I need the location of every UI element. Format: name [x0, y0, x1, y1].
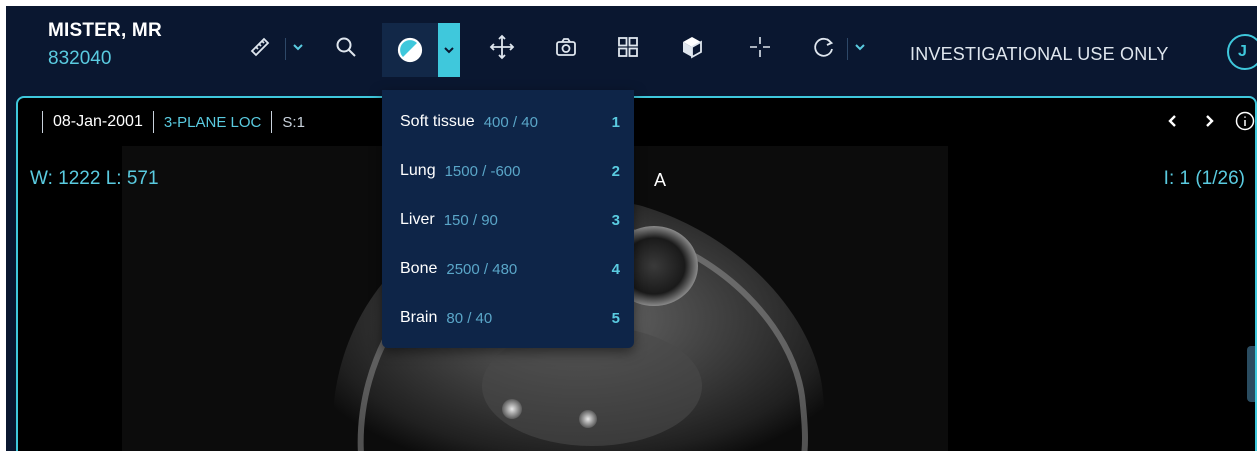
- crosshair-icon[interactable]: [744, 31, 776, 63]
- info-icon[interactable]: [1234, 110, 1255, 132]
- window-level-dropdown-toggle[interactable]: [438, 23, 460, 77]
- toolbar-divider: [285, 38, 286, 60]
- chevron-left-icon[interactable]: [1162, 110, 1184, 132]
- divider: [271, 111, 273, 133]
- preset-value: 400 / 40: [483, 113, 538, 131]
- preset-shortcut: 4: [611, 260, 620, 278]
- chevron-down-icon[interactable]: [852, 39, 868, 55]
- patient-id: 832040: [48, 48, 112, 69]
- preset-name: Soft tissue: [400, 113, 475, 130]
- preset-lung[interactable]: Lung 1500 / -600 2: [382, 151, 634, 191]
- move-icon[interactable]: [486, 31, 518, 63]
- patient-info: MISTER, MR 832040: [48, 20, 162, 70]
- window-level-tool[interactable]: [382, 23, 464, 77]
- side-panel-handle[interactable]: [1247, 346, 1255, 402]
- divider: [152, 111, 154, 133]
- chevron-down-icon: [444, 47, 454, 54]
- preset-bone[interactable]: Bone 2500 / 480 4: [382, 249, 634, 289]
- search-icon[interactable]: [330, 31, 362, 63]
- chevron-right-icon[interactable]: [1198, 110, 1220, 132]
- preset-value: 2500 / 480: [446, 260, 518, 278]
- preset-shortcut: 5: [611, 309, 620, 327]
- preset-shortcut: 3: [611, 211, 620, 229]
- viewer-app: MISTER, MR 832040 INVESTIGATIONAL USE ON…: [6, 6, 1257, 451]
- series-number: S:1: [282, 113, 305, 131]
- header-bar: MISTER, MR 832040 INVESTIGATIONAL USE ON…: [6, 6, 1257, 90]
- orientation-marker: A: [654, 170, 667, 190]
- cube-icon[interactable]: [676, 31, 708, 63]
- series-info-bar: 08-Jan-2001 3-PLANE LOC S:1: [42, 110, 305, 134]
- rotate-icon[interactable]: [808, 31, 840, 63]
- grid-layout-icon[interactable]: [612, 31, 644, 63]
- preset-value: 80 / 40: [446, 309, 493, 327]
- preset-value: 150 / 90: [443, 211, 498, 229]
- preset-name: Bone: [400, 260, 438, 277]
- preset-value: 1500 / -600: [444, 162, 521, 180]
- toolbar-divider: [847, 38, 848, 60]
- preset-brain[interactable]: Brain 80 / 40 5: [382, 298, 634, 338]
- chevron-down-icon[interactable]: [290, 39, 306, 55]
- preset-liver[interactable]: Liver 150 / 90 3: [382, 200, 634, 240]
- preset-name: Brain: [400, 309, 438, 326]
- series-description: 3-PLANE LOC: [163, 113, 262, 131]
- study-date: 08-Jan-2001: [53, 113, 143, 130]
- image-index: I: 1 (1/26): [1163, 168, 1245, 189]
- preset-name: Lung: [400, 162, 436, 179]
- window-level-readout: W: 1222 L: 571: [30, 168, 159, 189]
- contrast-icon: [396, 36, 424, 69]
- user-avatar[interactable]: J: [1227, 34, 1257, 70]
- preset-shortcut: 2: [611, 162, 620, 180]
- divider: [42, 111, 43, 133]
- camera-icon[interactable]: [550, 31, 582, 63]
- image-viewport[interactable]: 08-Jan-2001 3-PLANE LOC S:1 W: 1222 L: 5…: [16, 96, 1257, 451]
- window-level-presets-menu: Soft tissue 400 / 40 1 Lung 1500 / -600 …: [382, 90, 634, 348]
- ruler-icon[interactable]: [244, 31, 276, 63]
- preset-name: Liver: [400, 211, 435, 228]
- patient-name: MISTER, MR: [48, 20, 162, 41]
- preset-soft-tissue[interactable]: Soft tissue 400 / 40 1: [382, 102, 634, 142]
- preset-shortcut: 1: [611, 113, 620, 131]
- investigational-notice: INVESTIGATIONAL USE ONLY: [910, 44, 1169, 64]
